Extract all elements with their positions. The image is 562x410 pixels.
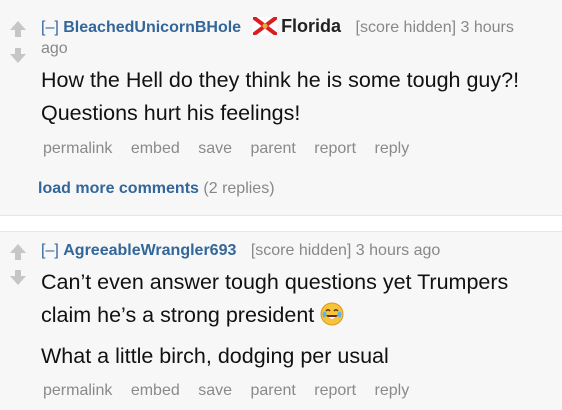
save-button[interactable]: save (198, 140, 232, 157)
report-button[interactable]: report (314, 382, 356, 399)
comment-body: How the Hell do they think he is some to… (41, 64, 544, 130)
body-line: Can’t even answer tough questions yet Tr… (41, 270, 509, 294)
upvote-arrow-icon[interactable] (10, 21, 26, 30)
load-more-comments: load more comments (2 replies) (38, 180, 275, 198)
comment-buttons: permalink embed save parent report reply (43, 382, 423, 400)
collapse-toggle[interactable]: [–] (41, 19, 59, 36)
timestamp-continued: ago (41, 40, 68, 57)
upvote-stem (15, 30, 21, 37)
score-hidden: [score hidden] (355, 19, 457, 36)
downvote-arrow-icon[interactable] (10, 54, 26, 63)
permalink-button[interactable]: permalink (43, 382, 112, 399)
comment-tagline: [–] AgreeableWrangler693 [score hidden] … (41, 240, 542, 261)
downvote-arrow-icon[interactable] (10, 276, 26, 285)
permalink-button[interactable]: permalink (43, 140, 112, 157)
comment-body: Can’t even answer tough questions yet Tr… (41, 266, 544, 373)
score-hidden: [score hidden] (250, 242, 352, 259)
comment-buttons: permalink embed save parent report reply (43, 140, 423, 158)
parent-button[interactable]: parent (250, 382, 295, 399)
embed-button[interactable]: embed (131, 140, 180, 157)
body-line-with-emoji: claim he’s a strong president (41, 299, 544, 332)
comment-tagline: [–] BleachedUnicornBHole Florida [score … (41, 16, 542, 59)
florida-flag-icon (253, 17, 278, 35)
body-line: How the Hell do they think he is some to… (41, 68, 520, 92)
parent-button[interactable]: parent (250, 140, 295, 157)
author-link[interactable]: BleachedUnicornBHole (63, 19, 241, 36)
tears-of-joy-emoji-icon (320, 302, 344, 326)
reply-count: (2 replies) (203, 180, 275, 197)
user-flair: Florida (281, 16, 342, 36)
upvote-stem (15, 253, 21, 260)
reply-button[interactable]: reply (375, 140, 410, 157)
timestamp: 3 hours ago (355, 242, 441, 259)
body-line: claim he’s a strong president (41, 303, 315, 327)
reply-button[interactable]: reply (375, 382, 410, 399)
timestamp: 3 hours (460, 19, 514, 36)
collapse-toggle[interactable]: [–] (41, 242, 59, 259)
body-line: What a little birch, dodging per usual (41, 344, 389, 368)
embed-button[interactable]: embed (131, 382, 180, 399)
body-line: Questions hurt his feelings! (41, 101, 301, 125)
save-button[interactable]: save (198, 382, 232, 399)
upvote-arrow-icon[interactable] (10, 244, 26, 253)
comment-agreeablewrangler693: [–] AgreeableWrangler693 [score hidden] … (0, 231, 562, 410)
load-more-link[interactable]: load more comments (38, 180, 199, 197)
report-button[interactable]: report (314, 140, 356, 157)
comment-bleachedunicornbhole: [–] BleachedUnicornBHole Florida [score … (0, 0, 562, 216)
author-link[interactable]: AgreeableWrangler693 (63, 242, 236, 259)
